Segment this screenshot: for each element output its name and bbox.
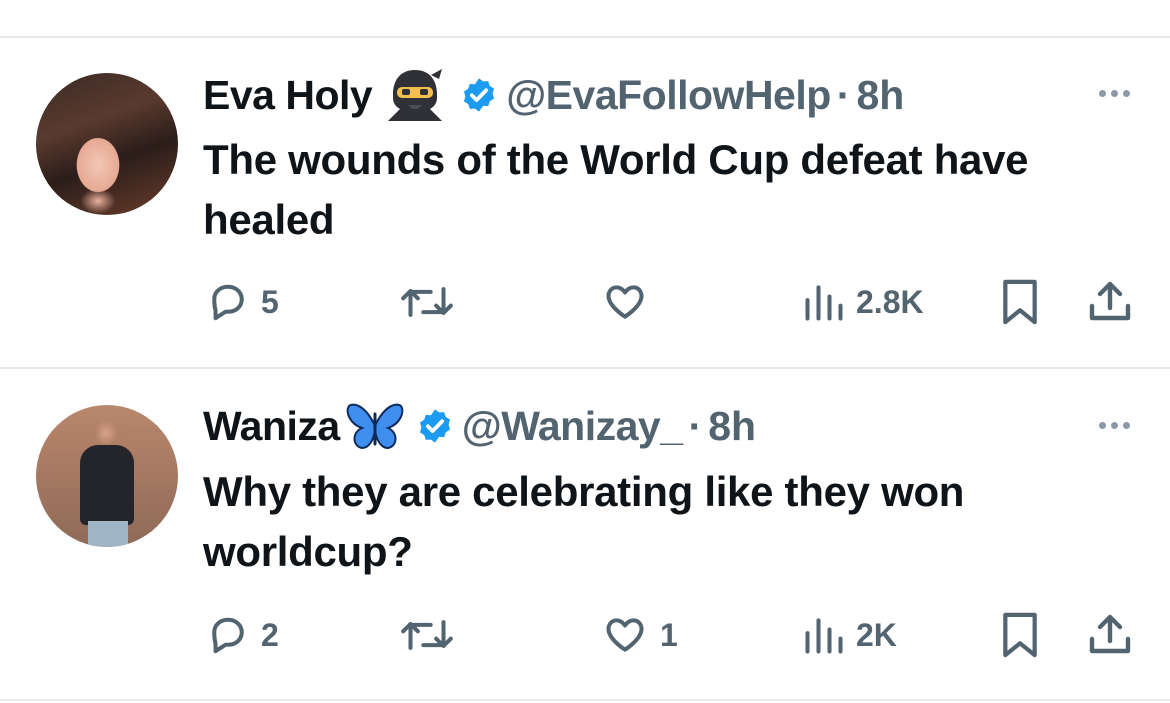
tweet-text: The wounds of the World Cup defeat have … — [203, 136, 1029, 243]
butterfly-icon — [344, 400, 406, 452]
like-button[interactable]: 1 — [600, 613, 678, 657]
tweet-text: Why they are celebrating like they won w… — [203, 468, 965, 575]
verified-badge-icon — [416, 407, 454, 445]
tweet-actions: 2 1 2K — [0, 611, 1170, 661]
handle[interactable]: @EvaFollowHelp — [506, 72, 831, 119]
like-button[interactable] — [600, 280, 660, 324]
avatar[interactable] — [36, 73, 178, 215]
share-icon — [1089, 281, 1131, 321]
views-count: 2.8K — [856, 283, 924, 320]
tweet-header: Waniza @Wanizay_ · 8h — [203, 400, 756, 452]
more-options-icon[interactable] — [1099, 422, 1130, 429]
reply-button[interactable]: 5 — [205, 280, 279, 324]
display-name[interactable]: Waniza — [203, 403, 340, 450]
share-button[interactable] — [1086, 611, 1134, 659]
ninja-icon — [384, 67, 446, 123]
views-chart-icon — [805, 618, 843, 654]
bottom-divider — [0, 699, 1170, 701]
share-button[interactable] — [1086, 278, 1134, 326]
reply-count: 5 — [261, 283, 279, 320]
reply-button[interactable]: 2 — [205, 613, 279, 657]
verified-badge-icon — [460, 76, 498, 114]
handle[interactable]: @Wanizay_ — [462, 403, 683, 450]
timestamp[interactable]: 8h — [708, 403, 756, 450]
views-button[interactable]: 2.8K — [802, 280, 924, 324]
heart-icon — [606, 618, 644, 652]
tweet-actions: 5 2.8K — [0, 278, 1170, 328]
views-chart-icon — [805, 285, 843, 321]
timestamp[interactable]: 8h — [856, 72, 904, 119]
more-options-icon[interactable] — [1099, 90, 1130, 97]
views-count: 2K — [856, 616, 897, 653]
views-button[interactable]: 2K — [802, 613, 897, 657]
bookmark-icon — [1003, 612, 1037, 658]
separator-dot: · — [688, 402, 703, 449]
share-icon — [1089, 614, 1131, 654]
separator-dot: · — [836, 71, 851, 118]
top-divider — [0, 36, 1170, 38]
retweet-button[interactable] — [398, 613, 466, 657]
heart-icon — [606, 285, 644, 319]
tweet-divider — [0, 367, 1170, 369]
like-count: 1 — [660, 616, 678, 653]
bookmark-button[interactable] — [998, 278, 1042, 326]
avatar[interactable] — [36, 405, 178, 547]
reply-icon — [212, 284, 244, 321]
tweet-header: Eva Holy @EvaFollowHelp · 8h — [203, 69, 904, 121]
reply-count: 2 — [261, 616, 279, 653]
display-name[interactable]: Eva Holy — [203, 72, 373, 119]
bookmark-icon — [1003, 279, 1037, 325]
bookmark-button[interactable] — [998, 611, 1042, 659]
reply-icon — [212, 617, 244, 654]
retweet-button[interactable] — [398, 280, 466, 324]
retweet-icon — [401, 620, 453, 650]
retweet-icon — [401, 287, 453, 317]
